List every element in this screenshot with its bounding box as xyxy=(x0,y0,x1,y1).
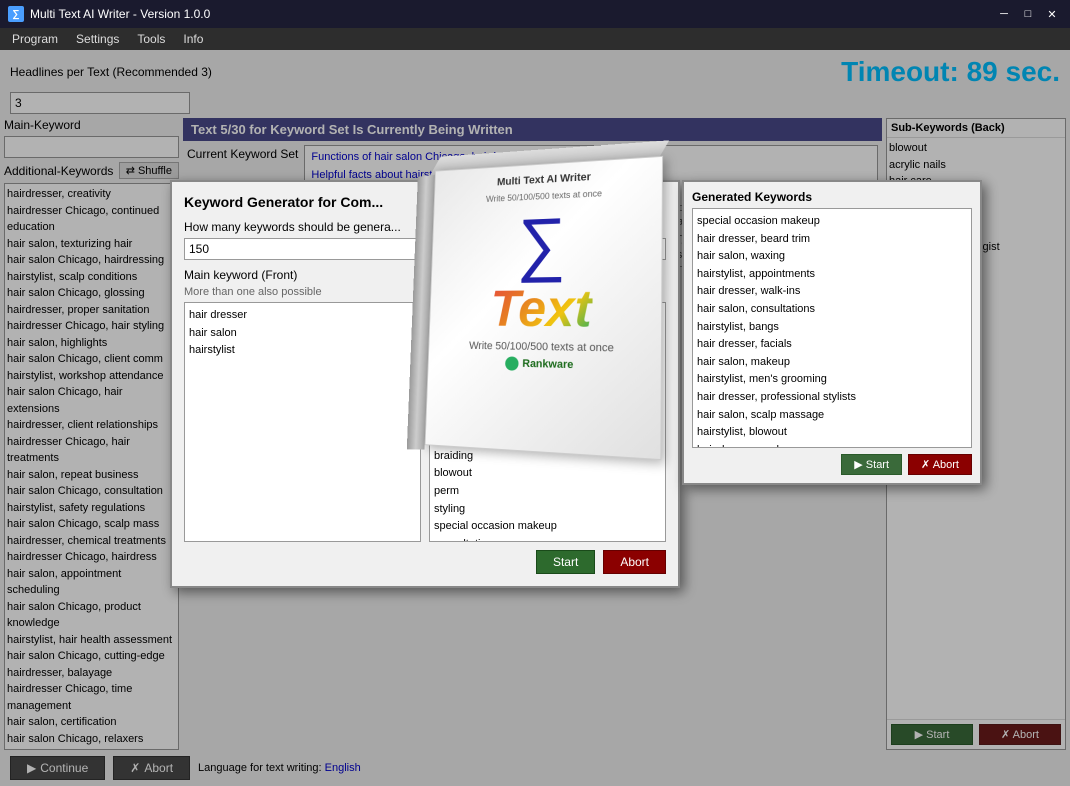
menu-program[interactable]: Program xyxy=(4,30,66,48)
how-many-label: How many keywords should be genera... xyxy=(184,220,666,234)
generated-kw-item: hair salon, consultations xyxy=(697,301,967,319)
generated-kw-item: hair dresser, beard trim xyxy=(697,231,967,249)
title-bar-left: ∑ Multi Text AI Writer - Version 1.0.0 xyxy=(8,6,210,22)
menu-settings[interactable]: Settings xyxy=(68,30,127,48)
subkeywords-label: Sub-Keywords (Back) xyxy=(429,268,666,282)
minimize-button[interactable]: ─ xyxy=(994,6,1014,22)
generated-keywords-panel: Generated Keywords special occasion make… xyxy=(682,180,982,485)
modal-sub-kw-item: bangs xyxy=(434,325,661,343)
generated-kw-item: hair dresser, professional stylists xyxy=(697,389,967,407)
modal-sub-kw-item: nail art xyxy=(434,360,661,378)
modal-sub-kw-item: bridal hair xyxy=(434,430,661,448)
modal-overlay: Keyword Generator for Com... How many ke… xyxy=(0,50,1070,786)
modal-start-button[interactable]: Start xyxy=(536,550,595,574)
title-bar-controls[interactable]: ─ □ ✕ xyxy=(994,6,1062,22)
modal-left-col: Main keyword (Front) More than one also … xyxy=(184,268,421,542)
modal-sub-kw-item: color xyxy=(434,307,661,325)
modal-main-kw-item: hair salon xyxy=(189,325,416,343)
generated-kw-item: hair dresser, updo xyxy=(697,442,967,448)
generated-kw-item: hair dresser, facials xyxy=(697,336,967,354)
modal-buttons: Start Abort xyxy=(184,550,666,574)
gen-abort-btn[interactable]: ✗ Abort xyxy=(908,454,972,475)
modal-two-col: Main keyword (Front) More than one also … xyxy=(184,268,666,542)
generated-kw-item: hairstylist, bangs xyxy=(697,319,967,337)
window-title: Multi Text AI Writer - Version 1.0.0 xyxy=(30,7,210,21)
generated-buttons: ▶ Start ✗ Abort xyxy=(692,454,972,475)
modal-main-kw-item: hair dresser xyxy=(189,307,416,325)
modal-sub-kw-item: bridal makeup xyxy=(434,413,661,431)
modal-right-col: Sub-Keywords (Back) As many as you like … xyxy=(429,268,666,542)
modal-sub-kw-item: perm xyxy=(434,483,661,501)
app-icon: ∑ xyxy=(8,6,24,22)
main-keyword-list[interactable]: hair dresserhair salonhairstylist xyxy=(184,302,421,542)
modal-sub-kw-item: blowout xyxy=(434,465,661,483)
generated-kw-item: special occasion makeup xyxy=(697,213,967,231)
close-button[interactable]: ✕ xyxy=(1042,6,1062,22)
modal-sub-kw-item: walk-ins xyxy=(434,395,661,413)
generated-kw-item: hairstylist, blowout xyxy=(697,424,967,442)
title-bar: ∑ Multi Text AI Writer - Version 1.0.0 ─… xyxy=(0,0,1070,28)
maximize-button[interactable]: □ xyxy=(1018,6,1038,22)
modal-abort-button[interactable]: Abort xyxy=(603,550,666,574)
main-kw-front-label: Main keyword (Front) xyxy=(184,268,421,282)
menu-tools[interactable]: Tools xyxy=(129,30,173,48)
gen-start-btn[interactable]: ▶ Start xyxy=(841,454,902,475)
generated-kw-item: hair salon, waxing xyxy=(697,248,967,266)
modal-sub-kw-item: balayage xyxy=(434,377,661,395)
main-kw-sublabel: More than one also possible xyxy=(184,286,421,298)
modal-main-kw-item: hairstylist xyxy=(189,342,416,360)
generated-kw-item: hair salon, makeup xyxy=(697,354,967,372)
modal-sub-kw-item: consultations xyxy=(434,536,661,542)
modal-title: Keyword Generator for Com... xyxy=(184,194,666,210)
menu-info[interactable]: Info xyxy=(175,30,211,48)
subkeyword-list[interactable]: colorbangsgel nailsnail artbalayagewalk-… xyxy=(429,302,666,542)
modal-sub-kw-item: braiding xyxy=(434,448,661,466)
generated-kw-item: hair salon, scalp massage xyxy=(697,407,967,425)
modal-sub-kw-item: styling xyxy=(434,501,661,519)
menu-bar: Program Settings Tools Info xyxy=(0,28,1070,50)
subkeywords-sublabel: As many as you like xyxy=(429,286,666,298)
how-many-input[interactable] xyxy=(184,238,666,260)
generated-kw-item: hairstylist, appointments xyxy=(697,266,967,284)
keyword-generator-modal: Keyword Generator for Com... How many ke… xyxy=(170,180,680,588)
generated-keyword-list[interactable]: special occasion makeuphair dresser, bea… xyxy=(692,208,972,448)
generated-kw-item: hairstylist, men's grooming xyxy=(697,371,967,389)
modal-sub-kw-item: special occasion makeup xyxy=(434,518,661,536)
modal-sub-kw-item: gel nails xyxy=(434,342,661,360)
generated-kw-item: hair dresser, walk-ins xyxy=(697,283,967,301)
generated-list-label: Generated Keywords xyxy=(692,190,972,204)
